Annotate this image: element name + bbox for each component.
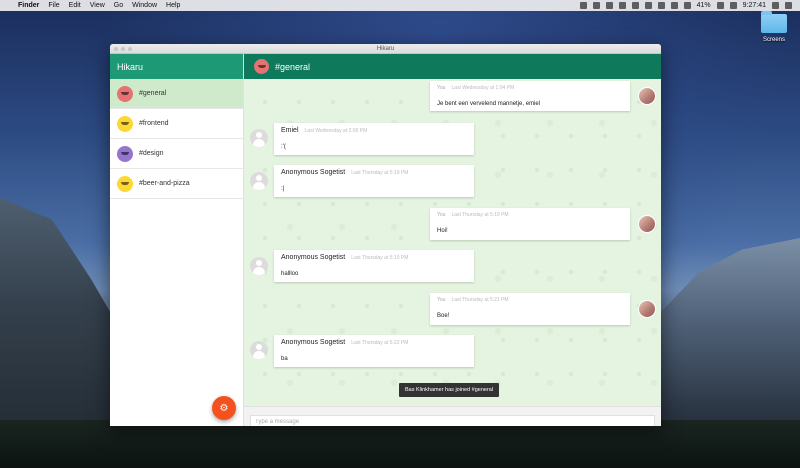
- channel-list: #general #frontend #design #beer-and-piz…: [110, 79, 243, 199]
- message-input[interactable]: [250, 415, 655, 426]
- channel-avatar-icon: [254, 59, 269, 74]
- sidebar: Hikaru #general #frontend #design #beer-…: [110, 54, 244, 426]
- message-author: You: [437, 297, 446, 303]
- message-composer: [244, 406, 661, 426]
- user-avatar: [250, 129, 268, 147]
- tray-lastpass-icon[interactable]: [631, 2, 639, 9]
- message-text: ba: [281, 356, 288, 362]
- folder-label: Screens: [762, 37, 785, 43]
- menu-finder[interactable]: Finder: [18, 2, 39, 9]
- close-window-button[interactable]: [114, 47, 118, 51]
- message-item: You Last Wednesday at 1:04 PM Je bent een…: [430, 81, 630, 111]
- message-item: Anonymous Sogetist Last Thursday at 5:19 …: [274, 250, 474, 282]
- wifi-icon[interactable]: [670, 2, 678, 9]
- channel-item-beer-and-pizza[interactable]: #beer-and-pizza: [110, 169, 243, 199]
- menu-view[interactable]: View: [90, 2, 105, 9]
- message-time: Last Thursday at 5:19 PM: [451, 212, 509, 218]
- message-time: Last Thursday at 5:19 PM: [351, 255, 409, 261]
- gear-icon: ⚙: [219, 402, 229, 414]
- window-controls: [114, 47, 132, 51]
- message-time: Last Wednesday at 2:00 PM: [304, 128, 368, 134]
- message-author: Anonymous Sogetist: [281, 254, 346, 261]
- menu-file[interactable]: File: [48, 2, 59, 9]
- chat-header: #general: [244, 54, 661, 79]
- message-item: Emiel Last Wednesday at 2:00 PM :'(: [274, 123, 474, 155]
- channel-label: #frontend: [139, 120, 169, 127]
- menubar: Finder File Edit View Go Window Help 41%…: [0, 0, 800, 11]
- menubar-tray: 41% 9:27:41: [579, 2, 800, 9]
- battery-icon[interactable]: [716, 2, 724, 9]
- message-text: Je bent een vervelend mannetje, emiel: [437, 101, 541, 107]
- tray-app-icon[interactable]: [579, 2, 587, 9]
- channel-avatar-icon: [117, 145, 133, 162]
- user-avatar: [250, 341, 268, 359]
- volume-icon[interactable]: [683, 2, 691, 9]
- app-window: Hikaru Hikaru #general #frontend #design…: [110, 44, 661, 426]
- message-time: Last Thursday at 5:21 PM: [451, 297, 509, 303]
- zoom-window-button[interactable]: [128, 47, 132, 51]
- channel-item-design[interactable]: #design: [110, 139, 243, 169]
- desktop-folder-screens[interactable]: Screens: [758, 11, 790, 43]
- bluetooth-icon[interactable]: [657, 2, 665, 9]
- message-text: Boe!: [437, 313, 450, 319]
- message-item: Anonymous Sogetist Last Thursday at 5:19 …: [274, 165, 474, 197]
- message-item: You Last Thursday at 5:19 PM Hoi!: [430, 208, 630, 240]
- window-titlebar[interactable]: Hikaru: [110, 44, 661, 54]
- settings-button[interactable]: ⚙: [212, 396, 236, 420]
- user-avatar: [638, 300, 656, 318]
- notification-center-icon[interactable]: [785, 2, 792, 9]
- message-author: Emiel: [281, 127, 299, 134]
- message-author: You: [437, 85, 446, 91]
- spotlight-icon[interactable]: [772, 2, 779, 9]
- user-avatar: [638, 87, 656, 105]
- message-time: Last Thursday at 5:22 PM: [351, 340, 409, 346]
- join-notification-toast: Bas Klinkhamer has joined #general: [399, 383, 500, 397]
- folder-icon: [761, 11, 787, 33]
- minimize-window-button[interactable]: [121, 47, 125, 51]
- menubar-clock[interactable]: 9:27:41: [743, 2, 766, 9]
- channel-avatar-icon: [117, 85, 133, 102]
- message-time: Last Wednesday at 1:04 PM: [451, 85, 515, 91]
- channel-avatar-icon: [117, 175, 133, 192]
- user-avatar: [250, 257, 268, 275]
- menu-help[interactable]: Help: [166, 2, 180, 9]
- message-author: Anonymous Sogetist: [281, 339, 346, 346]
- message-item: You Last Thursday at 5:21 PM Boe!: [430, 293, 630, 325]
- message-item: Anonymous Sogetist Last Thursday at 5:22 …: [274, 335, 474, 367]
- menu-go[interactable]: Go: [114, 2, 123, 9]
- user-avatar: [250, 172, 268, 190]
- channel-label: #beer-and-pizza: [139, 180, 190, 187]
- wallpaper-forest: [0, 420, 800, 468]
- channel-item-general[interactable]: #general: [110, 79, 243, 109]
- chat-panel: #general You Last Wednesday at 1:04 PM Je…: [244, 54, 661, 426]
- channel-item-frontend[interactable]: #frontend: [110, 109, 243, 139]
- tray-sync-icon[interactable]: [618, 2, 626, 9]
- message-author: Anonymous Sogetist: [281, 169, 346, 176]
- message-text: hallloo: [281, 271, 299, 277]
- chat-channel-title: #general: [275, 61, 311, 72]
- message-author: You: [437, 212, 446, 218]
- tray-stack-icon[interactable]: [605, 2, 613, 9]
- message-list[interactable]: You Last Wednesday at 1:04 PM Je bent een…: [244, 79, 661, 406]
- battery-percent[interactable]: 41%: [697, 2, 711, 9]
- user-avatar: [638, 215, 656, 233]
- menu-edit[interactable]: Edit: [69, 2, 81, 9]
- tray-time-machine-icon[interactable]: [644, 2, 652, 9]
- channel-avatar-icon: [117, 115, 133, 132]
- message-text: :|: [281, 186, 285, 192]
- message-time: Last Thursday at 5:19 PM: [351, 170, 409, 176]
- app-title: Hikaru: [117, 61, 144, 72]
- menu-window[interactable]: Window: [132, 2, 157, 9]
- message-text: :'(: [281, 144, 286, 150]
- message-text: Hoi!: [437, 228, 448, 234]
- user-icon[interactable]: [729, 2, 737, 9]
- sidebar-header: Hikaru: [110, 54, 243, 79]
- window-title: Hikaru: [376, 46, 395, 52]
- tray-drive-icon[interactable]: [592, 2, 600, 9]
- channel-label: #design: [139, 150, 164, 157]
- channel-label: #general: [139, 90, 167, 97]
